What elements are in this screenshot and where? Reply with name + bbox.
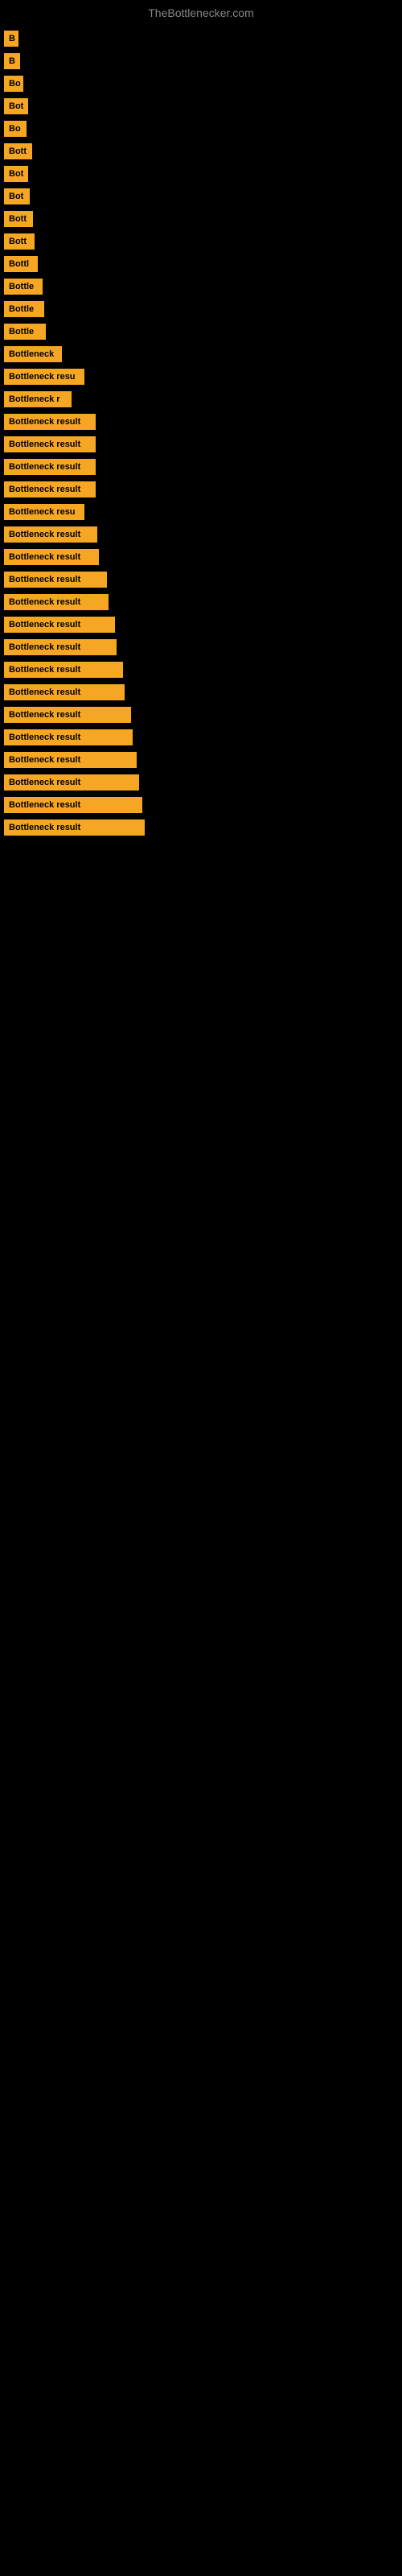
bottleneck-label: Bottleneck result	[4, 459, 96, 475]
list-item: Bot	[4, 98, 398, 114]
list-item: Bottleneck result	[4, 436, 398, 452]
list-item: Bottleneck result	[4, 594, 398, 610]
site-title: TheBottlenecker.com	[0, 0, 402, 23]
list-item: Bottleneck result	[4, 414, 398, 430]
bottleneck-label: Bottleneck result	[4, 707, 131, 723]
list-item: B	[4, 53, 398, 69]
bottleneck-label: Bottleneck result	[4, 436, 96, 452]
bottleneck-label: Bottleneck result	[4, 481, 96, 497]
list-item: Bottl	[4, 256, 398, 272]
list-item: Bottleneck result	[4, 729, 398, 745]
bottleneck-label: Bottleneck result	[4, 617, 115, 633]
bottleneck-label: Bottleneck	[4, 346, 62, 362]
list-item: Bottleneck result	[4, 481, 398, 497]
bottleneck-label: Bottleneck result	[4, 572, 107, 588]
bottleneck-label: Bottle	[4, 279, 43, 295]
bottleneck-label: Bottleneck result	[4, 729, 133, 745]
list-item: Bottleneck result	[4, 684, 398, 700]
list-item: Bot	[4, 188, 398, 204]
list-item: Bottleneck result	[4, 549, 398, 565]
bottleneck-label: Bottleneck resu	[4, 369, 84, 385]
list-item: Bo	[4, 121, 398, 137]
bottleneck-label: Bot	[4, 98, 28, 114]
list-item: Bott	[4, 233, 398, 250]
list-item: Bottleneck result	[4, 526, 398, 543]
list-item: Bottleneck result	[4, 797, 398, 813]
list-item: Bottleneck result	[4, 707, 398, 723]
bottleneck-label: Bott	[4, 211, 33, 227]
bottleneck-label: Bottleneck result	[4, 549, 99, 565]
bottleneck-label: Bott	[4, 233, 35, 250]
bottleneck-label: B	[4, 53, 20, 69]
bottleneck-label: Bottleneck result	[4, 526, 97, 543]
bottleneck-label: Bottleneck result	[4, 684, 125, 700]
list-item: Bottleneck resu	[4, 369, 398, 385]
list-item: Bottle	[4, 279, 398, 295]
list-item: Bo	[4, 76, 398, 92]
list-item: Bottleneck result	[4, 662, 398, 678]
list-item: Bottle	[4, 324, 398, 340]
bottleneck-label: Bottleneck result	[4, 819, 145, 836]
bottleneck-label: Bottleneck result	[4, 594, 109, 610]
list-item: Bottleneck result	[4, 617, 398, 633]
bottleneck-label: Bot	[4, 166, 28, 182]
list-item: Bot	[4, 166, 398, 182]
list-item: Bottle	[4, 301, 398, 317]
list-item: Bottleneck	[4, 346, 398, 362]
bottleneck-label: Bottleneck result	[4, 414, 96, 430]
bottleneck-label: Bottl	[4, 256, 38, 272]
bottleneck-label: Bottleneck result	[4, 752, 137, 768]
list-item: Bottleneck r	[4, 391, 398, 407]
list-item: Bottleneck result	[4, 572, 398, 588]
bottleneck-label: Bo	[4, 76, 23, 92]
list-item: Bott	[4, 143, 398, 159]
bottleneck-label: Bot	[4, 188, 30, 204]
bottleneck-label: B	[4, 31, 18, 47]
list-item: Bottleneck result	[4, 752, 398, 768]
list-item: Bottleneck result	[4, 639, 398, 655]
bottleneck-label: Bottle	[4, 324, 46, 340]
bottleneck-label: Bott	[4, 143, 32, 159]
list-item: B	[4, 31, 398, 47]
list-item: Bottleneck result	[4, 459, 398, 475]
bottleneck-label: Bottleneck result	[4, 774, 139, 791]
bottleneck-label: Bo	[4, 121, 27, 137]
list-item: Bott	[4, 211, 398, 227]
bottleneck-label: Bottleneck result	[4, 662, 123, 678]
bottleneck-label: Bottleneck r	[4, 391, 72, 407]
bottleneck-label: Bottle	[4, 301, 44, 317]
bottleneck-label: Bottleneck resu	[4, 504, 84, 520]
list-item: Bottleneck result	[4, 774, 398, 791]
bottleneck-label: Bottleneck result	[4, 639, 117, 655]
list-item: Bottleneck result	[4, 819, 398, 836]
list-item: Bottleneck resu	[4, 504, 398, 520]
items-container: BB Bo Bot Bo Bott Bot Bot Bott Bott Bottl Bottle Bo…	[0, 23, 402, 850]
bottleneck-label: Bottleneck result	[4, 797, 142, 813]
